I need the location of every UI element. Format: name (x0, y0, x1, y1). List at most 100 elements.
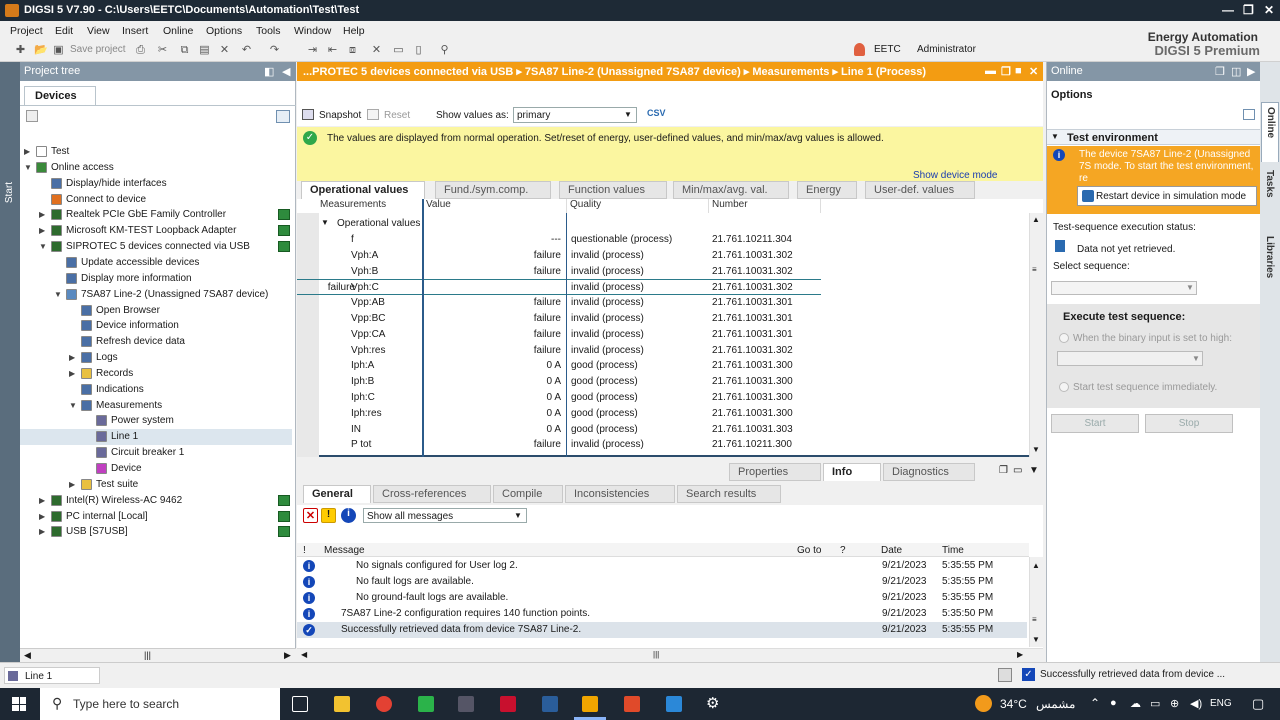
tree-item[interactable]: ▶ Records (20, 366, 292, 382)
go-online-icon[interactable]: ⇥ (306, 43, 319, 57)
app-red-icon[interactable] (624, 696, 640, 712)
tree-item[interactable]: Device (20, 461, 292, 477)
measurement-row[interactable]: Vph:C failure invalid (process) 21.761.1003… (297, 279, 821, 296)
measurement-row[interactable]: Iph:C 0 A good (process) 21.761.10031.300 (297, 390, 1027, 406)
csv-export-icon[interactable]: CSV (647, 108, 666, 118)
save-project-button[interactable]: Save project (70, 44, 126, 55)
start-button[interactable]: Start (1051, 414, 1139, 433)
tray-battery-icon[interactable]: ▭ (1150, 697, 1160, 710)
col-message[interactable]: Message (324, 545, 365, 556)
panel-restore-icon[interactable]: ❐ (1215, 65, 1225, 78)
scroll-left-icon[interactable]: ◀ (301, 650, 307, 659)
weather-icon[interactable] (975, 695, 992, 712)
task-view-icon[interactable] (292, 696, 308, 712)
scroll-left-icon[interactable]: ◀ (24, 650, 31, 661)
collapse-arrow-icon[interactable]: ▼ (24, 163, 32, 172)
scroll-down-icon[interactable]: ▼ (1032, 635, 1040, 644)
scroll-down-icon[interactable]: ▼ (1032, 445, 1040, 454)
panel-collapse-icon[interactable]: ▶ (1247, 65, 1255, 78)
tree-item[interactable]: Connect to device (20, 192, 292, 208)
message-row[interactable]: i No ground-fault logs are available. 9/21… (297, 590, 1027, 606)
open-project-icon[interactable]: 📂 (34, 43, 48, 57)
col-goto[interactable]: Go to (797, 545, 821, 556)
tab-info[interactable]: Info (823, 463, 881, 481)
expand-arrow-icon[interactable]: ▶ (39, 527, 45, 536)
settings-gear-icon[interactable]: ⚙ (706, 696, 722, 712)
col-number[interactable]: Number (709, 199, 821, 213)
menu-insert[interactable]: Insert (122, 25, 148, 37)
print-icon[interactable]: ⎙ (134, 43, 147, 57)
minimize-icon[interactable]: — (1222, 3, 1234, 17)
split-vertical-icon[interactable]: ▯ (412, 43, 425, 57)
measurement-row[interactable]: Vpp:AB failure invalid (process) 21.761.100… (297, 295, 1027, 311)
expand-arrow-icon[interactable]: ▶ (39, 226, 45, 235)
tree-item[interactable]: ▶ Logs (20, 350, 292, 366)
tab-operational-values[interactable]: Operational values (301, 181, 425, 199)
expand-arrow-icon[interactable]: ▶ (69, 353, 75, 362)
file-explorer-icon[interactable] (334, 696, 350, 712)
sequence-select[interactable]: ▼ (1051, 281, 1197, 295)
maximize-icon[interactable]: ❐ (1243, 3, 1254, 17)
menu-help[interactable]: Help (343, 25, 365, 37)
measurement-row[interactable]: Vpp:CA failure invalid (process) 21.761.100… (297, 327, 1027, 343)
side-tab-libraries[interactable]: Libraries (1261, 228, 1279, 298)
stop-button[interactable]: Stop (1145, 414, 1233, 433)
subtab-compile[interactable]: Compile (493, 485, 563, 503)
col-value[interactable]: Value (423, 199, 567, 213)
delete-icon[interactable]: ✕ (218, 43, 231, 57)
grid-vertical-scrollbar[interactable]: ▲ ≡ ▼ (1029, 213, 1043, 457)
notifications-icon[interactable]: ▢ (1252, 696, 1264, 712)
message-row[interactable]: i 7SA87 Line-2 configuration requires 140… (297, 606, 1027, 622)
split-horizontal-icon[interactable]: ▭ (392, 43, 405, 57)
tray-volume-icon[interactable]: ◀) (1190, 697, 1202, 710)
collapse-panel-icon[interactable]: ◧ (264, 65, 274, 78)
panel-pin-icon[interactable]: ◫ (1231, 65, 1241, 78)
menu-window[interactable]: Window (294, 25, 331, 37)
tab-devices[interactable]: Devices (24, 86, 96, 106)
breadcrumb[interactable]: ...PROTEC 5 devices connected via USB ▸ … (303, 65, 926, 78)
tree-item[interactable]: Line 1 (20, 429, 292, 446)
menu-project[interactable]: Project (10, 25, 43, 37)
go-offline-icon[interactable]: ⇤ (326, 43, 339, 57)
tab-fund-sym-comp-[interactable]: Fund./sym.comp. (435, 181, 551, 199)
editor-restore-icon[interactable]: ❐ (1001, 65, 1011, 78)
expand-arrow-icon[interactable]: ▶ (39, 512, 45, 521)
compare-icon[interactable]: ⧈ (346, 43, 359, 57)
collapse-arrow-icon[interactable]: ◀ (282, 65, 290, 78)
col-time[interactable]: Time (942, 545, 964, 556)
filter-info-icon[interactable]: i (341, 508, 356, 523)
scroll-up-icon[interactable]: ▲ (1032, 561, 1040, 570)
menu-tools[interactable]: Tools (256, 25, 281, 37)
taskbar-search[interactable]: ⚲ Type here to search (40, 688, 280, 720)
editor-minimize-icon[interactable]: ▬ (985, 65, 996, 77)
tree-item[interactable]: ▶ PC internal [Local] (20, 509, 292, 525)
scroll-thumb[interactable]: ||| (144, 650, 151, 660)
digsi-icon[interactable] (582, 696, 598, 712)
save-icon[interactable]: ▣ (52, 43, 65, 57)
tree-item[interactable]: ▼ Online access (20, 160, 292, 176)
restart-simulation-button[interactable]: Restart device in simulation mode (1077, 186, 1257, 206)
measurement-row[interactable]: Iph:B 0 A good (process) 21.761.10031.300 (297, 374, 1027, 390)
tree-item[interactable]: ▶ Microsoft KM-TEST Loopback Adapter (20, 223, 292, 239)
inspector-restore-icon[interactable]: ❐ (999, 465, 1008, 476)
undo-icon[interactable]: ↶ (240, 43, 253, 57)
tree-item[interactable]: ▶ Test (20, 144, 292, 160)
radio-binary-input[interactable] (1059, 333, 1069, 343)
col-measurements[interactable]: Measurements (317, 199, 423, 213)
measurement-row[interactable]: Iph:A 0 A good (process) 21.761.10031.300 (297, 358, 1027, 374)
tree-settings-icon[interactable] (26, 110, 38, 122)
tab-diagnostics[interactable]: Diagnostics (883, 463, 975, 481)
collapse-arrow-icon[interactable]: ▼ (54, 290, 62, 299)
snapshot-button[interactable]: Snapshot (319, 110, 361, 121)
scroll-thumb[interactable]: ≡ (1032, 265, 1037, 274)
tray-network-icon[interactable]: ⊕ (1170, 697, 1179, 710)
tree-item[interactable]: ▼ 7SA87 Line-2 (Unassigned 7SA87 device) (20, 287, 292, 303)
new-project-icon[interactable]: ✚ (14, 43, 27, 57)
app-blue-icon[interactable] (666, 696, 682, 712)
chevron-down-icon[interactable]: ▼ (1051, 132, 1059, 141)
message-row[interactable]: ✓ Successfully retrieved data from device… (297, 622, 1027, 638)
tray-language[interactable]: ENG (1210, 698, 1232, 709)
scroll-thumb[interactable]: ||| (653, 650, 659, 659)
paste-icon[interactable]: ▤ (198, 43, 211, 57)
tree-item[interactable]: Update accessible devices (20, 255, 292, 271)
